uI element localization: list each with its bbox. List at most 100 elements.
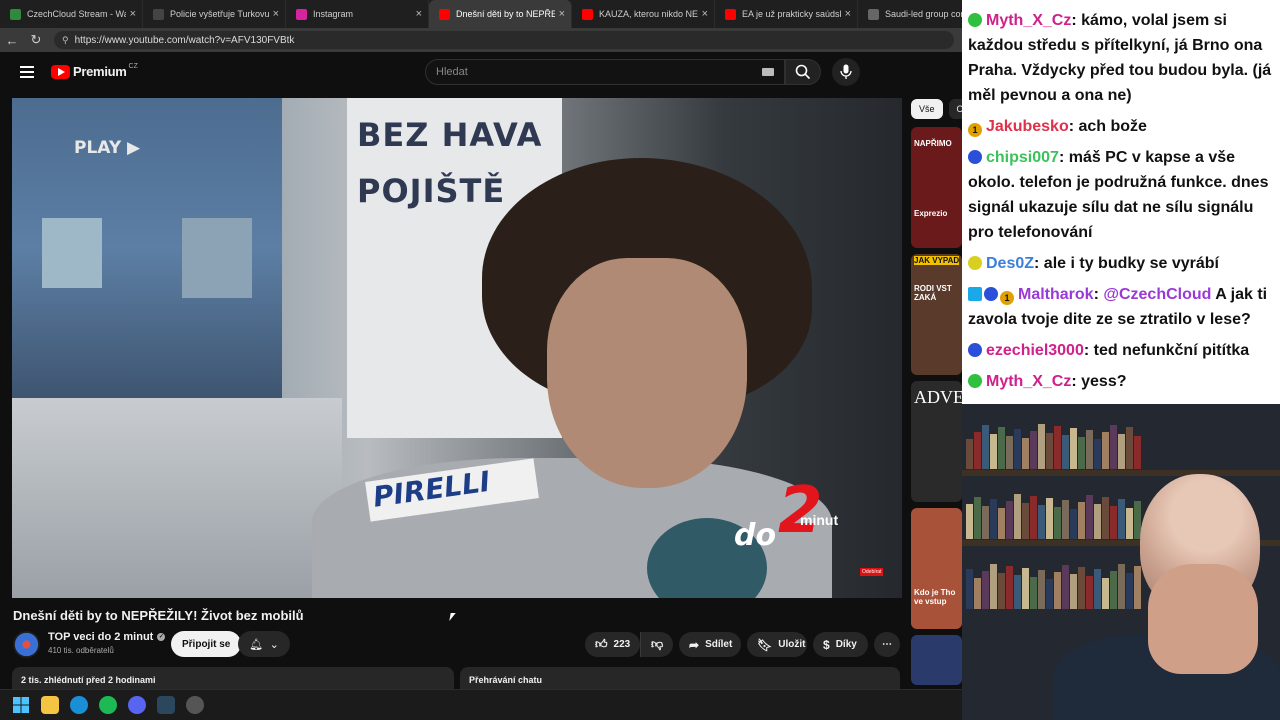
- thumbnail-caption: RODI VST ZAKÁ: [914, 284, 952, 302]
- browser-tab[interactable]: CzechCloud Stream - Watch ×: [0, 0, 143, 28]
- book: [990, 434, 997, 469]
- save-button[interactable]: 🔖︎ Uložit: [747, 632, 807, 657]
- news-icon: [868, 8, 879, 20]
- book: [1110, 571, 1117, 609]
- voice-search-button[interactable]: [832, 58, 860, 86]
- book: [1070, 428, 1077, 469]
- chat-username[interactable]: ezechiel3000: [986, 342, 1084, 359]
- chat-username[interactable]: chipsi007: [986, 149, 1059, 166]
- close-tab-icon[interactable]: ×: [130, 8, 136, 20]
- more-icon: ⋯: [882, 639, 892, 650]
- browser-tab[interactable]: KAUZA, kterou nikdo NECHÁ ×: [572, 0, 715, 28]
- url-field[interactable]: ⚲ https://www.youtube.com/watch?v=AFV130…: [54, 31, 954, 49]
- chat-username[interactable]: Myth_X_Cz: [986, 373, 1071, 390]
- discord-icon[interactable]: [128, 696, 146, 714]
- site-info-icon[interactable]: ⚲: [62, 35, 69, 46]
- recommendation-thumbnail[interactable]: ADVE: [911, 381, 962, 502]
- book: [990, 564, 997, 609]
- chat-replay-panel[interactable]: Přehrávání chatu: [460, 667, 900, 689]
- close-tab-icon[interactable]: ×: [416, 8, 422, 20]
- back-icon[interactable]: ←: [0, 33, 24, 48]
- keyboard-icon[interactable]: [762, 68, 774, 76]
- youtube-logo[interactable]: Premium CZ: [51, 63, 138, 79]
- chat-mention[interactable]: @CzechCloud: [1103, 286, 1211, 303]
- channel-subscribers: 410 tis. odběratelů: [48, 646, 114, 655]
- thumbnail-caption: NAPŘIMO: [914, 139, 952, 148]
- close-tab-icon[interactable]: ×: [845, 8, 851, 20]
- book: [1086, 430, 1093, 469]
- close-tab-icon[interactable]: ×: [559, 8, 565, 20]
- app-icon[interactable]: [186, 696, 204, 714]
- chat-message: 1 Jakubesko: ach bože: [968, 114, 1278, 139]
- book: [998, 508, 1005, 539]
- book: [1038, 570, 1045, 609]
- chat-username[interactable]: Jakubesko: [986, 118, 1069, 135]
- book: [1070, 574, 1077, 609]
- watermark-minut: minut: [800, 512, 839, 528]
- chat-username[interactable]: Myth_X_Cz: [986, 12, 1071, 29]
- spotify-icon[interactable]: [99, 696, 117, 714]
- chat-username[interactable]: Maltharok: [1018, 286, 1094, 303]
- browser-tab[interactable]: Policie vyšetřuje Turkovu neh ×: [143, 0, 286, 28]
- book: [982, 506, 989, 539]
- browser-tab[interactable]: Instagram ×: [286, 0, 429, 28]
- close-tab-icon[interactable]: ×: [702, 8, 708, 20]
- tab-title: Policie vyšetřuje Turkovu neh: [170, 9, 269, 19]
- channel-name[interactable]: TOP veci do 2 minut ✓: [48, 631, 166, 643]
- edge-browser-icon[interactable]: [70, 696, 88, 714]
- windows-start-icon[interactable]: [12, 696, 30, 714]
- chat-badge-icon: 1: [968, 123, 982, 137]
- channel-avatar[interactable]: [13, 631, 40, 658]
- youtube-header: Premium CZ Hledat: [0, 52, 962, 94]
- chat-text: : ach bože: [1068, 118, 1147, 135]
- recommendation-thumbnail[interactable]: [911, 635, 962, 685]
- like-button[interactable]: 👍︎ 223: [585, 632, 640, 657]
- browser-tab[interactable]: Dnešní děti by to NEPŘEŽILY ×: [429, 0, 572, 28]
- logo-region: CZ: [128, 63, 138, 70]
- menu-icon[interactable]: [20, 66, 34, 78]
- description-box[interactable]: 2 tis. zhlédnutí před 2 hodinami: [12, 667, 454, 689]
- notifications-button[interactable]: 🔔︎ ⌄: [238, 631, 290, 657]
- stream-chat-overlay: Myth_X_Cz: kámo, volal jsem si každou st…: [962, 0, 1280, 404]
- book: [982, 571, 989, 609]
- twitch-icon: [10, 8, 21, 20]
- chat-replay-label: Přehrávání chatu: [469, 675, 543, 685]
- more-actions-button[interactable]: ⋯: [874, 632, 900, 657]
- recommendation-thumbnail[interactable]: Kdo je Tho ve vstup: [911, 508, 962, 629]
- filter-chip[interactable]: Vše: [911, 99, 943, 119]
- chat-text: : @CzechCloud A jak ti zavola tvoje dite…: [968, 286, 1268, 328]
- book: [1134, 566, 1141, 609]
- subscribe-watermark[interactable]: Odebírat: [860, 568, 884, 576]
- search-button[interactable]: [785, 59, 821, 85]
- book: [1126, 573, 1133, 609]
- windows-taskbar: [0, 689, 962, 720]
- steam-icon[interactable]: [157, 696, 175, 714]
- search-input[interactable]: Hledat: [425, 59, 785, 85]
- share-button[interactable]: ➦ Sdílet: [679, 632, 741, 657]
- bell-icon: 🔔︎: [249, 638, 264, 651]
- book: [1102, 432, 1109, 469]
- browser-tab[interactable]: EA je už prakticky saúdská. E ×: [715, 0, 858, 28]
- recommendation-thumbnail[interactable]: JAK VYPAD RODI VST ZAKÁ: [911, 254, 962, 375]
- bookshelf-mid: [966, 494, 1142, 539]
- book: [1086, 495, 1093, 539]
- chat-username[interactable]: Des0Z: [986, 255, 1034, 272]
- close-tab-icon[interactable]: ×: [273, 8, 279, 20]
- bookshelf-low: [966, 564, 1142, 609]
- book: [1134, 436, 1141, 469]
- reload-icon[interactable]: ↻: [24, 32, 48, 48]
- dislike-button[interactable]: 👎︎: [640, 632, 673, 657]
- book: [1070, 509, 1077, 539]
- video-player[interactable]: BEZ HAVA POJIŠTĚ PIRELLI PLAY ▶ 2 do min…: [12, 98, 902, 598]
- thanks-button[interactable]: $ Díky: [813, 632, 868, 657]
- chat-badge-icon: [968, 343, 982, 357]
- recommendation-thumbnail[interactable]: NAPŘIMO Exprezio: [911, 127, 962, 248]
- watermark-do: do: [734, 518, 777, 553]
- book: [1086, 576, 1093, 609]
- book: [1054, 426, 1061, 469]
- book: [1078, 567, 1085, 609]
- chat-text: : ale i ty budky se vyrábí: [1034, 255, 1219, 272]
- file-explorer-icon[interactable]: [41, 696, 59, 714]
- join-button[interactable]: Připojit se: [171, 631, 242, 657]
- browser-tab[interactable]: Saudi-led group complet×: [858, 0, 962, 28]
